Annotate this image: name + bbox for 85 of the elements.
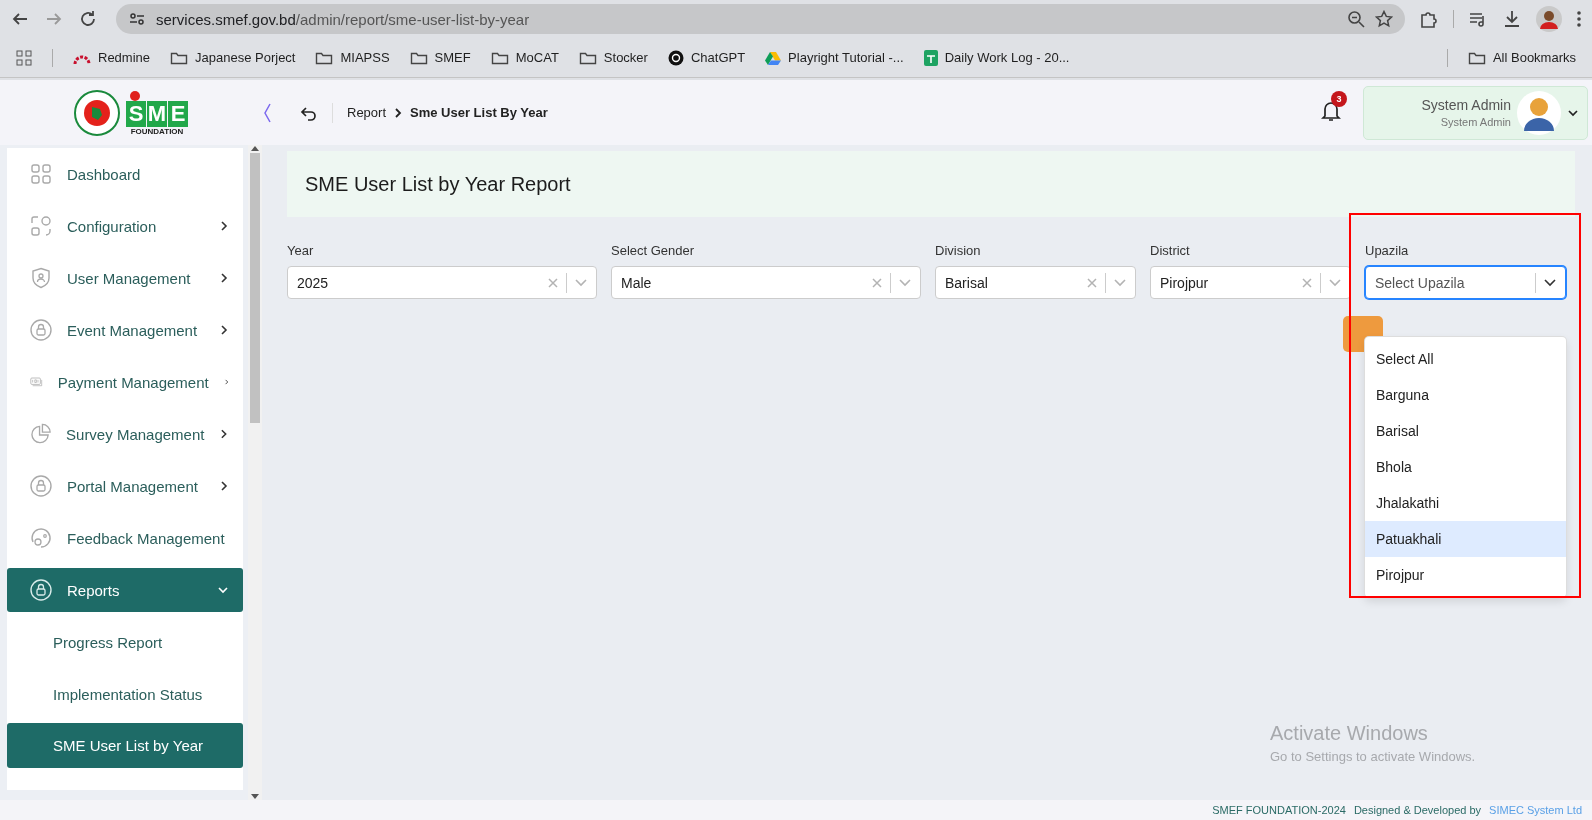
avatar-silhouette-icon [1517,90,1561,135]
bookmark[interactable]: Daily Work Log - 20... [923,49,1070,66]
triangle-logo-icon [765,50,782,65]
bookmark[interactable]: Redmine [73,50,151,65]
folder-icon [409,50,428,65]
select-field[interactable]: Select Upazila [1365,266,1566,299]
folder-icon [315,50,334,65]
breadcrumb-link[interactable]: Report [347,105,387,120]
user-menu[interactable]: System Admin System Admin [1363,85,1588,140]
emblem-icon [74,89,120,136]
reload-icon[interactable] [78,9,98,29]
sidebar-subitem[interactable]: Implementation Status [7,668,243,720]
copyright-text: SMEF FOUNDATION-2024 [1212,804,1346,816]
chevron-right-icon [219,428,229,440]
dropdown-option[interactable]: Patuakhali [1365,521,1566,557]
dropdown-option[interactable]: Bhola [1365,449,1566,485]
page-title: SME User List by Year Report [287,151,1575,217]
sheet-icon [923,49,938,66]
sidebar-item[interactable]: Feedback Management [7,512,243,564]
folder-icon [1467,50,1486,65]
bookmark[interactable]: Playright Tutorial -... [765,50,904,65]
dropdown-option[interactable]: Select All [1365,341,1566,377]
sidebar-item[interactable]: Configuration [7,200,243,252]
more-menu-icon[interactable] [1576,10,1582,28]
chevron-right-icon [219,272,229,284]
sidebar-item[interactable]: Event Management [7,304,243,356]
chevron-right-icon [394,106,403,119]
padlock-icon [30,579,52,601]
dropdown-option[interactable]: Barisal [1365,413,1566,449]
field-label: Select Gender [611,243,696,258]
bookmark[interactable]: Stocker [578,50,648,65]
chevron-down-icon [217,585,229,595]
sidebar-item[interactable]: Payment Management [7,356,243,408]
activation-notice-text: Go to Settings to activate Windows. [1270,749,1476,764]
chevron-right-icon [219,324,229,336]
zoom-out-icon[interactable] [1347,10,1365,28]
feedback-icon [30,527,52,549]
bookmark[interactable]: SMEF [409,50,471,65]
sidebar-item[interactable]: Dashboard [7,148,243,200]
collapse-chevron-icon[interactable] [262,101,272,124]
sidebar-item[interactable]: Portal Management [7,460,243,512]
dropdown-option[interactable]: Pirojpur [1365,557,1566,593]
credit-text: Designed & Developed by [1353,804,1482,816]
bookmark[interactable]: MoCAT [490,50,559,65]
pie-chart-icon [30,423,52,445]
scrollbar-thumb[interactable] [250,153,260,423]
padlock-icon [30,475,52,497]
dropdown-option[interactable]: Barguna [1365,377,1566,413]
address-bar[interactable]: services.smef.gov.bd/admin/report/sme-user-list-by-year [116,4,1405,34]
sidebar-subitem[interactable]: SME User List by Year [7,723,243,768]
folder-icon [490,50,509,65]
star-icon[interactable] [1375,10,1393,28]
padlock-icon [30,319,52,341]
chevron-right-icon [219,220,229,232]
field-label: Upazila [1365,243,1410,258]
folder-icon [578,50,597,65]
breadcrumb-current: Sme User List By Year [410,105,548,120]
activation-notice-title: Activate Windows [1270,722,1429,745]
shapes-icon [30,215,52,237]
apps-grid-icon[interactable] [16,49,32,66]
notification-count: 3 [1331,90,1347,107]
bookmark[interactable]: Japanese Porject [170,50,296,65]
profile-avatar-icon[interactable] [1536,6,1562,32]
shield-icon [30,267,52,289]
back-icon[interactable] [300,104,318,121]
sidebar-item[interactable]: User Management [7,252,243,304]
sidebar-item[interactable]: Survey Management [7,408,243,460]
bookmark[interactable]: MIAPSS [315,50,390,65]
chevron-down-icon[interactable] [1544,278,1556,287]
chevron-down-icon [1567,108,1579,117]
site-settings-icon[interactable] [128,10,146,28]
field-label: District [1150,243,1191,258]
all-bookmarks[interactable]: All Bookmarks [1467,50,1576,65]
download-icon[interactable] [1502,9,1522,29]
bookmark[interactable]: ChatGPT [667,49,746,66]
chevron-right-icon [219,480,229,492]
folder-icon [170,50,189,65]
sidebar-item[interactable]: Reports [7,568,243,612]
dropdown-option[interactable]: Jhalakathi [1365,485,1566,521]
chatbot-icon [667,49,684,66]
grid-icon [30,163,52,185]
puzzle-icon[interactable] [1419,9,1439,29]
sidebar-subitem[interactable]: Progress Report [7,616,243,668]
field-label: Year [287,243,315,258]
field-label: Division [935,243,982,258]
